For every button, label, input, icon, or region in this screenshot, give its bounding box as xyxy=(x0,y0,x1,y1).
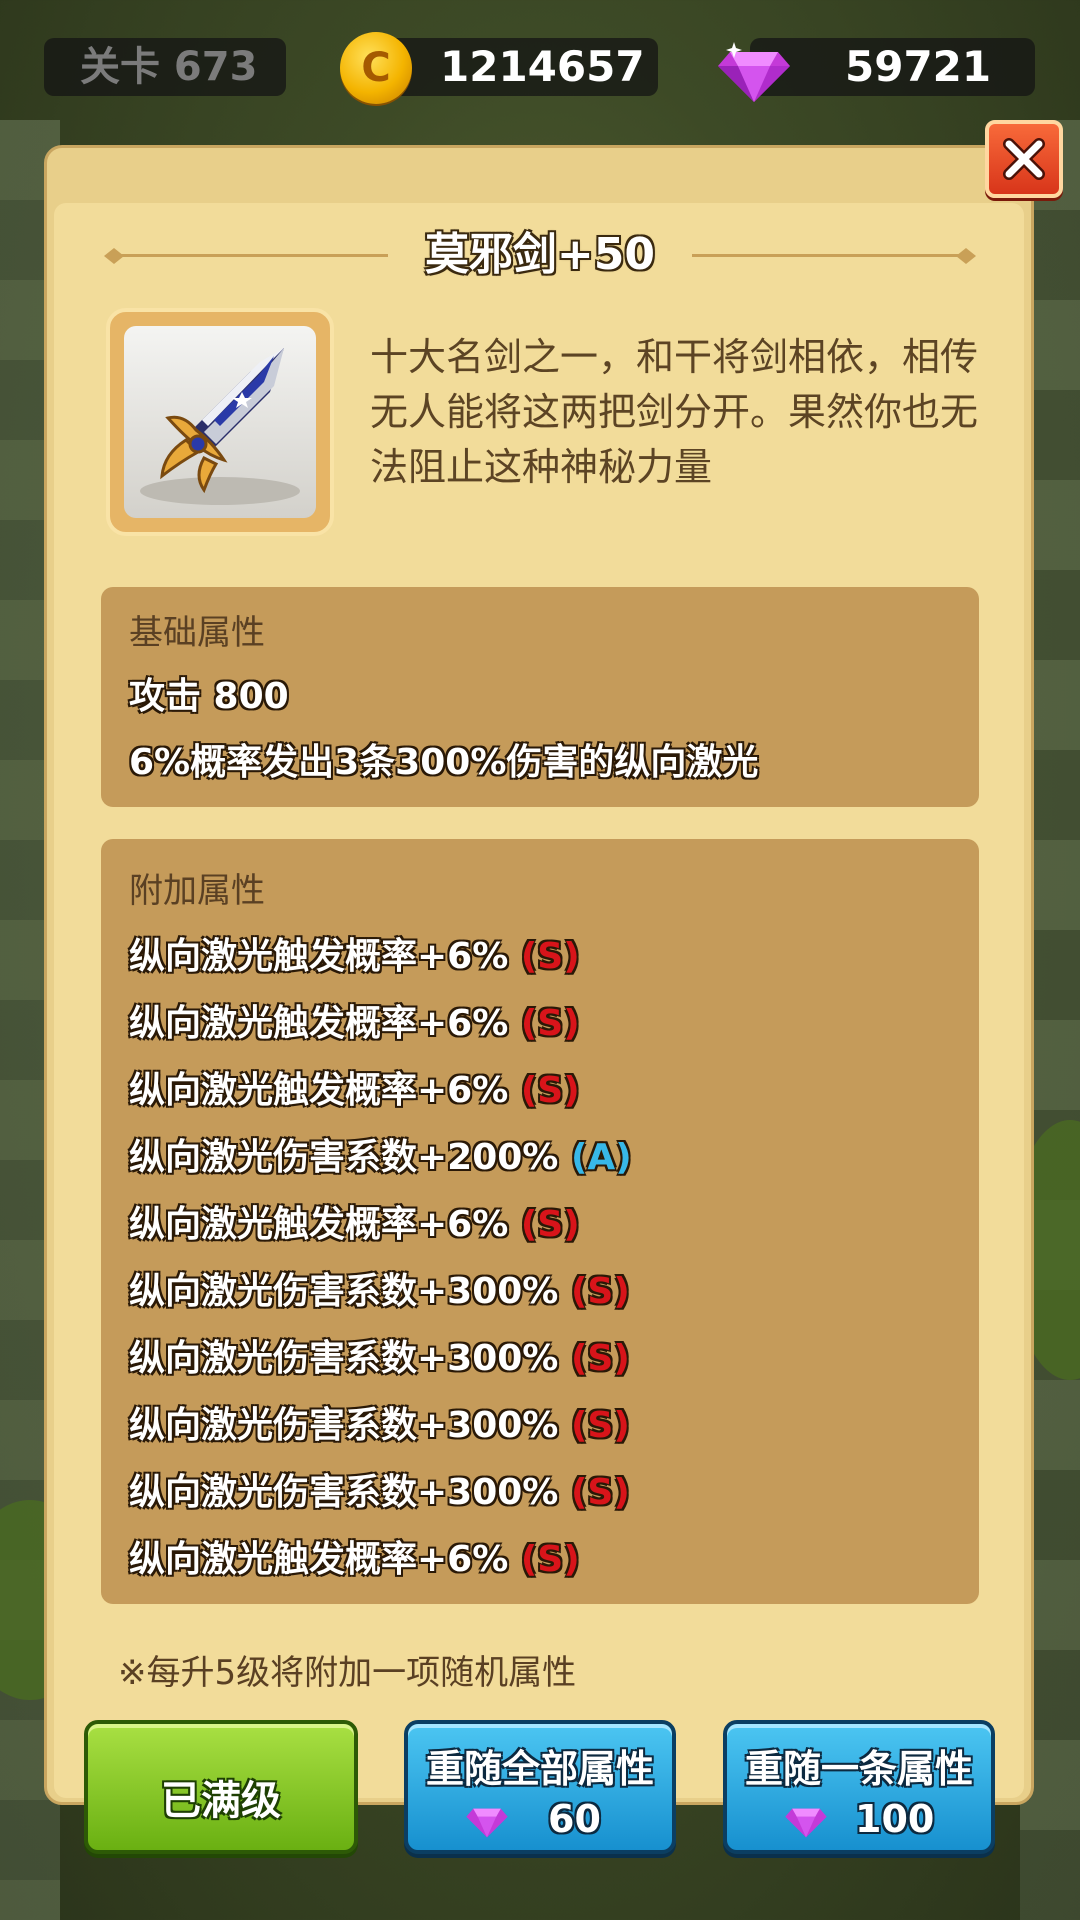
grade-badge: (S) xyxy=(520,1204,580,1245)
attribute-text: 纵向激光伤害系数+300% xyxy=(129,1405,559,1446)
item-description: 十大名剑之一，和干将剑相依，相传无人能将这两把剑分开。果然你也无法阻止这种神秘力… xyxy=(370,335,979,489)
grade-badge: (S) xyxy=(570,1338,630,1379)
reroll-one-label: 重随一条属性 xyxy=(744,1747,973,1791)
attribute-text: 纵向激光触发概率+6% xyxy=(129,1204,509,1245)
grade-badge: (S) xyxy=(570,1472,630,1513)
attribute-text: 纵向激光触发概率+6% xyxy=(129,936,509,977)
reroll-one-cost: 100 xyxy=(855,1797,935,1841)
grade-badge: (A) xyxy=(570,1137,632,1178)
attribute-text: 纵向激光伤害系数+300% xyxy=(129,1338,559,1379)
base-attributes-box: 基础属性 攻击 800 6%概率发出3条300%伤害的纵向激光 xyxy=(101,587,979,807)
extra-attribute-line: 纵向激光触发概率+6% (S) xyxy=(129,994,580,1046)
reroll-all-cost: 60 xyxy=(548,1797,601,1841)
attribute-text: 纵向激光触发概率+6% xyxy=(129,1539,509,1580)
extra-attributes-header: 附加属性 xyxy=(129,871,265,911)
item-title-row: 莫邪剑+50 xyxy=(100,225,980,285)
max-level-button[interactable]: 已满级 xyxy=(84,1720,358,1854)
grade-badge: (S) xyxy=(520,1003,580,1044)
max-level-label: 已满级 xyxy=(161,1778,281,1824)
reroll-all-button[interactable]: 重随全部属性 60 xyxy=(404,1720,676,1854)
attribute-text: 纵向激光触发概率+6% xyxy=(129,1003,509,1044)
extra-attribute-line: 纵向激光触发概率+6% (S) xyxy=(129,927,580,979)
gem-icon xyxy=(785,1808,827,1838)
coin-count: 1214657 xyxy=(440,42,645,91)
reroll-all-label: 重随全部属性 xyxy=(425,1747,654,1791)
attribute-text: 纵向激光伤害系数+200% xyxy=(129,1137,559,1178)
gem-icon xyxy=(718,42,790,102)
extra-attribute-line: 纵向激光伤害系数+300% (S) xyxy=(129,1329,630,1381)
grade-badge: (S) xyxy=(570,1271,630,1312)
extra-attribute-line: 纵向激光触发概率+6% (S) xyxy=(129,1530,580,1582)
top-bar: 关卡 673 1214657 59721 xyxy=(0,0,1080,130)
item-icon-frame xyxy=(106,308,334,536)
extra-attribute-line: 纵向激光触发概率+6% (S) xyxy=(129,1061,580,1113)
grade-badge: (S) xyxy=(520,936,580,977)
extra-attribute-line: 纵向激光伤害系数+300% (S) xyxy=(129,1396,630,1448)
gem-count: 59721 xyxy=(845,42,992,91)
extra-attribute-line: 纵向激光伤害系数+300% (S) xyxy=(129,1262,630,1314)
reroll-one-button[interactable]: 重随一条属性 100 xyxy=(723,1720,995,1854)
item-title: 莫邪剑+50 xyxy=(424,229,656,280)
sword-icon xyxy=(140,348,300,505)
base-attribute-line: 攻击 800 xyxy=(129,676,289,717)
level-label: 关卡 673 xyxy=(80,44,258,90)
gem-icon xyxy=(466,1808,508,1838)
extra-attribute-line: 纵向激光伤害系数+300% (S) xyxy=(129,1463,630,1515)
extra-attribute-line: 纵向激光伤害系数+200% (A) xyxy=(129,1128,632,1180)
grade-badge: (S) xyxy=(520,1070,580,1111)
grade-badge: (S) xyxy=(520,1539,580,1580)
coin-icon xyxy=(340,32,412,104)
close-button[interactable] xyxy=(985,120,1063,198)
extra-attribute-line: 纵向激光触发概率+6% (S) xyxy=(129,1195,580,1247)
attribute-text: 纵向激光伤害系数+300% xyxy=(129,1271,559,1312)
attribute-text: 纵向激光触发概率+6% xyxy=(129,1070,509,1111)
base-attribute-line: 6%概率发出3条300%伤害的纵向激光 xyxy=(129,742,759,783)
close-icon xyxy=(1003,138,1045,180)
grade-badge: (S) xyxy=(570,1405,630,1446)
extra-attributes-box: 附加属性 纵向激光触发概率+6% (S) 纵向激光触发概率+6% (S) 纵向激… xyxy=(101,839,979,1604)
base-attributes-header: 基础属性 xyxy=(129,613,265,653)
attribute-text: 纵向激光伤害系数+300% xyxy=(129,1472,559,1513)
upgrade-note: ※每升5级将附加一项随机属性 xyxy=(118,1653,577,1693)
